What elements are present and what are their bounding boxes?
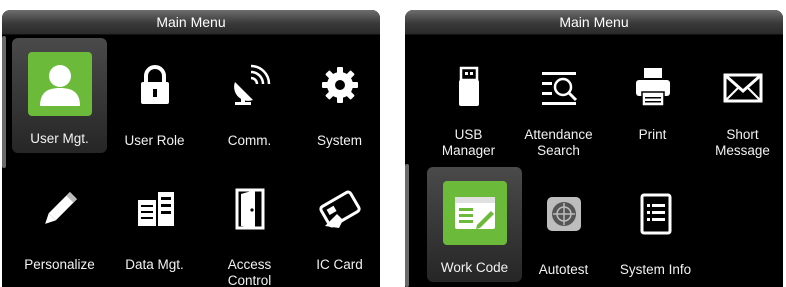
menu-item-system[interactable]: System: [292, 38, 380, 153]
menu-item-print[interactable]: Print: [605, 40, 700, 155]
menu-item-work-code[interactable]: Work Code: [427, 167, 522, 282]
data-icon: [132, 186, 178, 232]
menu-item-system-info[interactable]: System Info: [608, 167, 703, 282]
lock-icon: [132, 62, 178, 108]
left-screen: Main Menu User Mgt. User Role Comm. Syst…: [2, 10, 380, 287]
menu-item-label: Access Control: [227, 257, 272, 287]
autotest-icon: [541, 191, 587, 237]
menu-item-label: User Mgt.: [30, 131, 89, 146]
menu-item-user-mgt[interactable]: User Mgt.: [12, 38, 107, 153]
menu-item-label: User Role: [124, 133, 185, 148]
menu-item-label: Personalize: [24, 257, 95, 272]
satellite-icon: [227, 62, 273, 108]
menu-item-personalize[interactable]: Personalize: [12, 162, 107, 277]
menu-item-label: Print: [638, 127, 667, 142]
door-icon: [227, 186, 273, 232]
user-icon: [27, 52, 92, 116]
scrollbar[interactable]: [405, 164, 409, 287]
menu-item-label: Work Code: [440, 260, 509, 275]
menu-item-access-control[interactable]: Access Control: [202, 162, 297, 287]
pencil-icon: [37, 186, 83, 232]
menu-item-label: IC Card: [316, 257, 363, 272]
search-icon: [536, 64, 582, 110]
title-bar: Main Menu: [2, 10, 380, 35]
usb-icon: [446, 64, 492, 110]
menu-item-usb-manager[interactable]: USB Manager: [421, 40, 516, 158]
menu-item-user-role[interactable]: User Role: [107, 38, 202, 153]
menu-item-comm[interactable]: Comm.: [202, 38, 297, 153]
right-screen: Main Menu USB Manager Attendance Search Pr…: [405, 10, 783, 287]
menu-item-label: Short Message: [715, 127, 770, 158]
card-icon: [317, 186, 363, 232]
menu-item-label: Autotest: [538, 262, 589, 277]
menu-item-short-message[interactable]: Short Message: [695, 40, 783, 158]
envelope-icon: [720, 64, 766, 110]
menu-item-ic-card[interactable]: IC Card: [292, 162, 380, 277]
work-code-icon: [442, 181, 507, 245]
document-icon: [633, 191, 679, 237]
title-bar: Main Menu: [405, 10, 783, 35]
menu-item-label: System Info: [619, 262, 692, 277]
scrollbar[interactable]: [2, 36, 6, 168]
menu-item-autotest[interactable]: Autotest: [516, 167, 611, 282]
menu-item-label: Comm.: [227, 133, 272, 148]
menu-item-data-mgt[interactable]: Data Mgt.: [107, 162, 202, 277]
menu-item-label: Attendance Search: [524, 127, 593, 158]
gear-icon: [317, 62, 363, 108]
menu-item-label: USB Manager: [441, 127, 496, 158]
menu-item-label: Data Mgt.: [125, 257, 184, 272]
menu-item-label: System: [316, 133, 362, 148]
printer-icon: [630, 64, 676, 110]
menu-item-attendance-search[interactable]: Attendance Search: [511, 40, 606, 158]
